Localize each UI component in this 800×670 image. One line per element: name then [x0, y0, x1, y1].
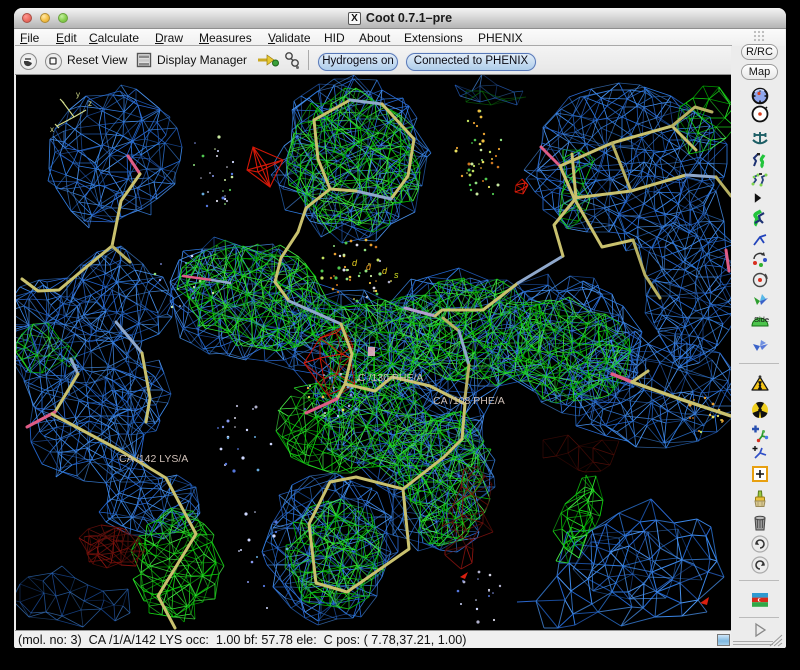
- svg-text:C /130 PHE/A: C /130 PHE/A: [358, 372, 423, 384]
- svg-text:x: x: [50, 125, 54, 134]
- svg-text:y: y: [76, 90, 80, 99]
- svg-text:CA /108 PHE/A: CA /108 PHE/A: [433, 395, 505, 407]
- svg-text:d: d: [382, 266, 388, 276]
- svg-text:d: d: [366, 262, 372, 272]
- svg-text:z: z: [88, 99, 92, 108]
- svg-text:d: d: [352, 258, 358, 268]
- svg-text:Side: Side: [754, 315, 769, 324]
- svg-text:CA /142 LYS/A: CA /142 LYS/A: [119, 453, 188, 465]
- svg-text:s: s: [394, 270, 399, 280]
